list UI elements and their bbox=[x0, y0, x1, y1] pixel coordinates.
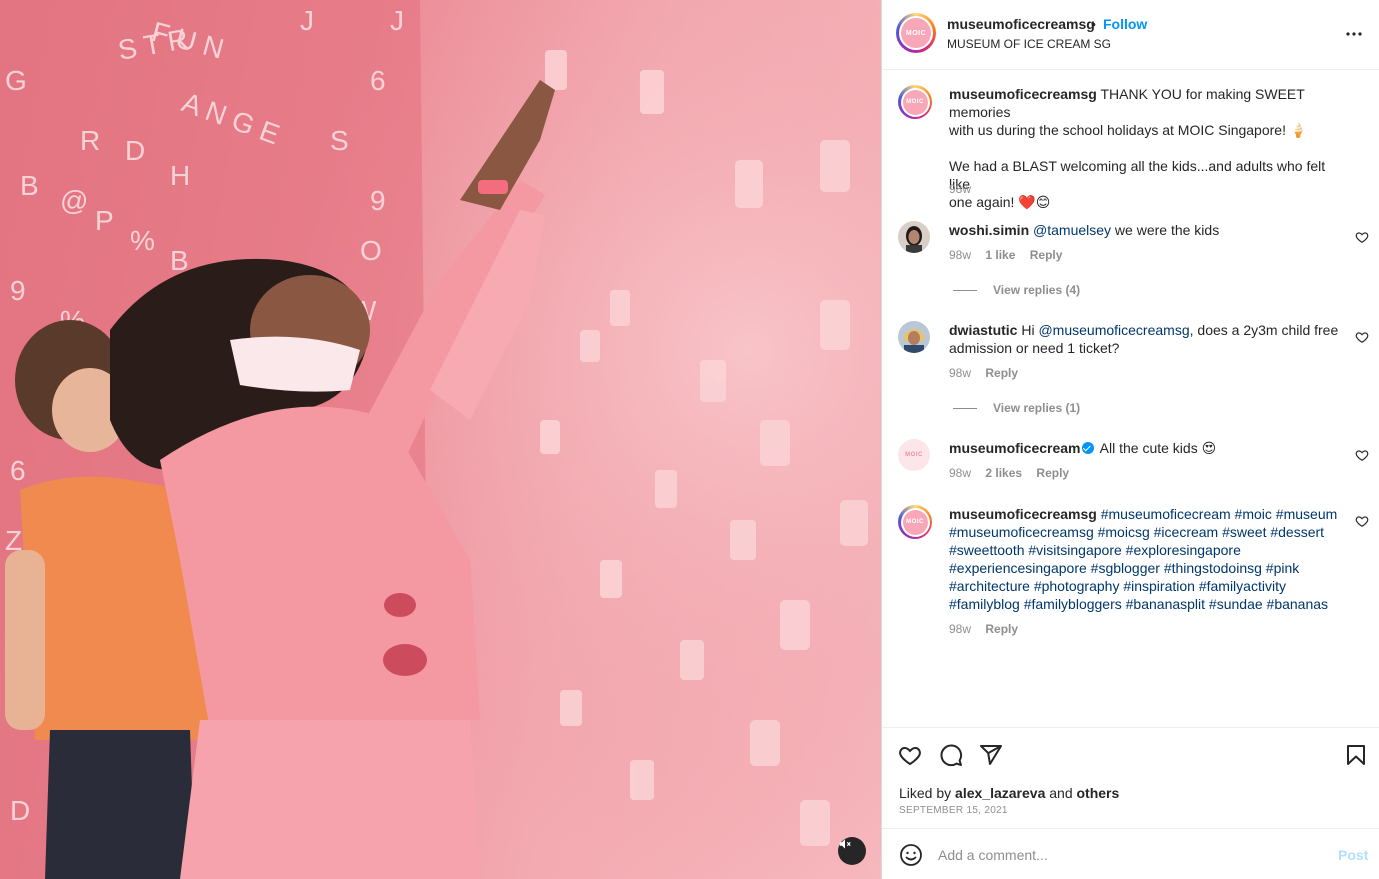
like-comment-heart-icon[interactable] bbox=[1355, 448, 1369, 462]
reply-button[interactable]: Reply bbox=[1030, 248, 1063, 262]
post-date[interactable]: SEPTEMBER 15, 2021 bbox=[899, 805, 1008, 816]
commenter-username[interactable]: museumoficecream bbox=[949, 440, 1081, 456]
commenter-username[interactable]: woshi.simin bbox=[949, 222, 1029, 238]
comment-time[interactable]: 98w bbox=[949, 466, 971, 480]
svg-text:6: 6 bbox=[370, 65, 386, 96]
author-username[interactable]: museumoficecreamsg bbox=[947, 16, 1095, 32]
like-comment-heart-icon[interactable] bbox=[1355, 330, 1369, 344]
comment-time[interactable]: 98w bbox=[949, 366, 971, 380]
more-icon[interactable] bbox=[1342, 22, 1366, 46]
comment-time[interactable]: 98w bbox=[949, 622, 971, 636]
add-comment-bar: Post bbox=[882, 828, 1379, 879]
heart-icon[interactable] bbox=[898, 743, 922, 767]
svg-text:D: D bbox=[10, 795, 30, 826]
view-replies-button[interactable]: View replies (4) bbox=[953, 283, 1080, 297]
commenter-avatar[interactable] bbox=[898, 221, 930, 253]
view-replies-button[interactable]: View replies (1) bbox=[953, 401, 1080, 415]
post-location[interactable]: MUSEUM OF ICE CREAM SG bbox=[947, 37, 1111, 51]
hashtags[interactable]: #museumoficecream #moic #museum bbox=[1101, 506, 1338, 522]
reply-button[interactable]: Reply bbox=[1036, 466, 1069, 480]
hashtags[interactable]: #architecture #photography #inspiration … bbox=[949, 578, 1286, 594]
moic-logo: MOIC bbox=[901, 18, 931, 48]
comment-likes[interactable]: 2 likes bbox=[985, 466, 1022, 480]
mute-icon bbox=[839, 839, 851, 849]
svg-text:D: D bbox=[125, 135, 145, 166]
hashtags[interactable]: #museumoficecreamsg #moicsg #icecream #s… bbox=[949, 524, 1324, 540]
comment-input[interactable] bbox=[938, 843, 1318, 867]
svg-text:J: J bbox=[390, 5, 404, 36]
commenter-avatar[interactable]: MOIC bbox=[898, 439, 930, 471]
hashtags[interactable]: #familyblog #familybloggers #bananasplit… bbox=[949, 596, 1328, 612]
comments-list[interactable]: MOIC museumoficecreamsg THANK YOU for ma… bbox=[882, 71, 1379, 727]
commenter-username[interactable]: dwiastutic bbox=[949, 322, 1017, 338]
svg-text:O: O bbox=[360, 235, 382, 266]
commenter-avatar[interactable] bbox=[898, 321, 930, 353]
follow-button[interactable]: Follow bbox=[1103, 16, 1147, 32]
svg-text:@: @ bbox=[60, 185, 88, 216]
commenter-username[interactable]: museumoficecreamsg bbox=[949, 506, 1097, 522]
action-bar: Liked by alex_lazareva and others SEPTEM… bbox=[882, 727, 1379, 827]
svg-text:R: R bbox=[80, 125, 100, 156]
liked-by-user[interactable]: alex_lazareva bbox=[955, 785, 1045, 801]
reply-button[interactable]: Reply bbox=[985, 622, 1018, 636]
mute-button[interactable] bbox=[838, 837, 866, 865]
like-comment-heart-icon[interactable] bbox=[1355, 514, 1369, 528]
svg-text:G: G bbox=[5, 65, 27, 96]
post-photo: F U N S T R A N G E G R D H B @ P % B 6 … bbox=[0, 0, 881, 879]
commenter-avatar[interactable]: MOIC bbox=[898, 505, 932, 539]
author-avatar[interactable]: MOIC bbox=[896, 13, 936, 53]
svg-text:9: 9 bbox=[10, 275, 26, 306]
save-icon[interactable] bbox=[1344, 743, 1368, 767]
caption-avatar[interactable]: MOIC bbox=[898, 85, 932, 119]
liked-by: Liked by alex_lazareva and others bbox=[899, 785, 1120, 801]
mention-link[interactable]: @tamuelsey bbox=[1033, 222, 1111, 238]
svg-text:P: P bbox=[95, 205, 114, 236]
verified-icon bbox=[1081, 442, 1094, 454]
svg-text:6: 6 bbox=[10, 455, 26, 486]
reply-button[interactable]: Reply bbox=[985, 366, 1018, 380]
like-comment-heart-icon[interactable] bbox=[1355, 230, 1369, 244]
share-icon[interactable] bbox=[979, 743, 1003, 767]
caption-text: museumoficecreamsg THANK YOU for making … bbox=[949, 86, 1326, 210]
hashtags[interactable]: #sweettooth #visitsingapore #exploresing… bbox=[949, 542, 1241, 558]
post-panel: MOIC museumoficecreamsg • Follow MUSEUM … bbox=[882, 0, 1379, 879]
mention-link[interactable]: @museumoficecreamsg bbox=[1038, 322, 1189, 338]
svg-text:B: B bbox=[20, 170, 39, 201]
post-media[interactable]: F U N S T R A N G E G R D H B @ P % B 6 … bbox=[0, 0, 881, 879]
caption-username[interactable]: museumoficecreamsg bbox=[949, 86, 1097, 102]
caption-meta: 98w bbox=[949, 182, 982, 196]
hashtags[interactable]: #experiencesingapore #sgblogger #thingst… bbox=[949, 560, 1299, 576]
post-header: MOIC museumoficecreamsg • Follow MUSEUM … bbox=[882, 0, 1379, 70]
post-comment-button[interactable]: Post bbox=[1338, 847, 1368, 863]
comment-likes[interactable]: 1 like bbox=[985, 248, 1015, 262]
separator-dot: • bbox=[1091, 16, 1096, 32]
comment-icon[interactable] bbox=[939, 743, 963, 767]
comment-time[interactable]: 98w bbox=[949, 248, 971, 262]
liked-by-others[interactable]: others bbox=[1077, 785, 1120, 801]
svg-text:J: J bbox=[300, 5, 314, 36]
svg-text:H: H bbox=[170, 160, 190, 191]
svg-text:%: % bbox=[130, 225, 155, 256]
emoji-icon[interactable] bbox=[899, 843, 923, 867]
svg-text:9: 9 bbox=[370, 185, 386, 216]
svg-text:S: S bbox=[330, 125, 349, 156]
caption-time[interactable]: 98w bbox=[949, 182, 971, 196]
